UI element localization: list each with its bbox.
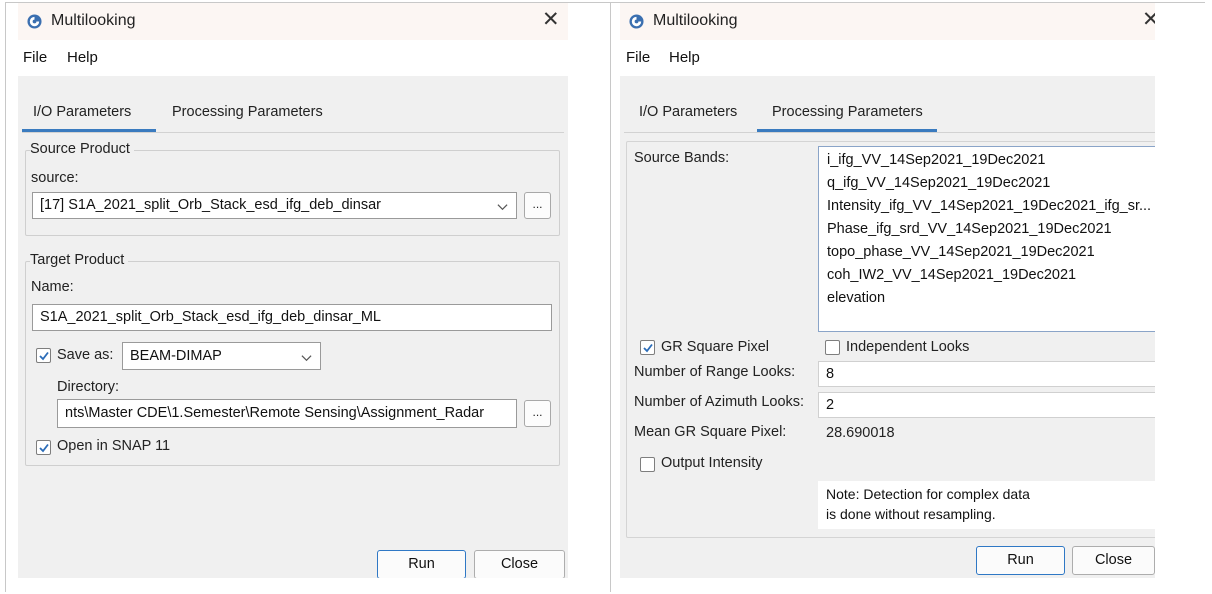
target-product-group: Target Product Name: S1A_2021_split_Orb_…: [25, 252, 560, 466]
tab-divider: [22, 132, 564, 133]
group-title-source-product: Source Product: [30, 141, 134, 157]
tab-processing-parameters[interactable]: Processing Parameters: [772, 104, 923, 120]
menu-bar: File Help: [620, 40, 1155, 76]
azimuth-looks-label: Number of Azimuth Looks:: [634, 394, 805, 410]
list-item[interactable]: Phase_ifg_srd_VV_14Sep2021_19Dec2021: [827, 221, 1112, 237]
directory-label: Directory:: [57, 379, 120, 395]
chevron-down-icon: [301, 355, 312, 362]
directory-browse-button[interactable]: ...: [524, 400, 551, 427]
processing-parameters-panel: Source Bands: i_ifg_VV_14Sep2021_19Dec20…: [626, 141, 1155, 538]
list-item[interactable]: elevation: [827, 290, 885, 306]
menu-file[interactable]: File: [626, 49, 650, 66]
close-button[interactable]: Close: [1072, 546, 1155, 575]
tab-io-parameters[interactable]: I/O Parameters: [639, 104, 737, 120]
open-in-snap-checkbox[interactable]: [36, 440, 51, 455]
menu-help[interactable]: Help: [669, 49, 700, 66]
gr-square-pixel-checkbox[interactable]: [640, 340, 655, 355]
window-title: Multilooking: [51, 12, 136, 29]
range-looks-label: Number of Range Looks:: [634, 364, 796, 380]
output-intensity-label: Output Intensity: [661, 455, 763, 471]
independent-looks-checkbox[interactable]: [825, 340, 840, 355]
open-in-snap-label: Open in SNAP 11: [57, 438, 171, 454]
checkmark-icon: [39, 443, 49, 453]
source-product-dropdown[interactable]: [17] S1A_2021_split_Orb_Stack_esd_ifg_de…: [32, 192, 517, 219]
gr-square-pixel-label: GR Square Pixel: [661, 339, 769, 355]
source-label: source:: [31, 170, 79, 186]
list-item[interactable]: coh_IW2_VV_14Sep2021_19Dec2021: [827, 267, 1076, 283]
output-intensity-checkbox[interactable]: [640, 457, 655, 472]
source-product-group: Source Product source: [17] S1A_2021_spl…: [25, 141, 560, 236]
independent-looks-label: Independent Looks: [846, 339, 970, 355]
source-browse-button[interactable]: ...: [524, 192, 551, 219]
frame-divider-line: [610, 2, 611, 592]
note-line: is done without resampling.: [826, 506, 996, 522]
title-bar: Multilooking ✕: [18, 3, 568, 40]
title-bar: Multilooking ✕: [620, 3, 1155, 40]
run-button[interactable]: Run: [976, 546, 1065, 575]
run-button[interactable]: Run: [377, 550, 466, 578]
source-product-value: [17] S1A_2021_split_Orb_Stack_esd_ifg_de…: [40, 197, 381, 213]
list-item[interactable]: Intensity_ifg_VV_14Sep2021_19Dec2021_ifg…: [827, 198, 1151, 214]
tab-processing-parameters[interactable]: Processing Parameters: [172, 104, 323, 120]
mean-gr-label: Mean GR Square Pixel:: [634, 424, 787, 440]
checkmark-icon: [39, 351, 49, 361]
app-icon: [629, 14, 644, 29]
frame-left-line: [5, 2, 6, 592]
group-title-target-product: Target Product: [30, 252, 129, 268]
mean-gr-value: 28.690018: [826, 425, 895, 441]
save-format-dropdown[interactable]: BEAM-DIMAP: [122, 342, 321, 370]
multilooking-window-processing: Multilooking ✕ File Help I/O Parameters …: [620, 3, 1155, 578]
menu-bar: File Help: [18, 40, 568, 76]
source-bands-list[interactable]: i_ifg_VV_14Sep2021_19Dec2021 q_ifg_VV_14…: [818, 146, 1155, 332]
directory-input[interactable]: nts\Master CDE\1.Semester\Remote Sensing…: [57, 399, 517, 428]
close-icon[interactable]: ✕: [542, 9, 560, 31]
note-box: Note: Detection for complex data is done…: [818, 481, 1155, 529]
name-label: Name:: [31, 279, 74, 295]
list-item[interactable]: i_ifg_VV_14Sep2021_19Dec2021: [827, 152, 1046, 168]
azimuth-looks-input[interactable]: 2: [818, 392, 1155, 418]
list-item[interactable]: topo_phase_VV_14Sep2021_19Dec2021: [827, 244, 1095, 260]
save-as-checkbox[interactable]: [36, 348, 51, 363]
tab-io-parameters[interactable]: I/O Parameters: [33, 104, 131, 120]
range-looks-input[interactable]: 8: [818, 361, 1155, 387]
save-format-value: BEAM-DIMAP: [130, 348, 222, 364]
tab-divider: [624, 132, 1155, 133]
app-icon: [27, 14, 42, 29]
note-line: Note: Detection for complex data: [826, 486, 1030, 502]
close-button[interactable]: Close: [474, 550, 565, 578]
close-icon[interactable]: ✕: [1142, 9, 1155, 31]
chevron-down-icon: [497, 204, 508, 211]
target-name-input[interactable]: S1A_2021_split_Orb_Stack_esd_ifg_deb_din…: [32, 304, 552, 331]
window-title: Multilooking: [653, 12, 738, 29]
save-as-label: Save as:: [57, 347, 114, 363]
menu-file[interactable]: File: [23, 49, 47, 66]
source-bands-label: Source Bands:: [634, 150, 730, 166]
menu-help[interactable]: Help: [67, 49, 98, 66]
list-item[interactable]: q_ifg_VV_14Sep2021_19Dec2021: [827, 175, 1050, 191]
multilooking-window-io: Multilooking ✕ File Help I/O Parameters …: [18, 3, 568, 578]
checkmark-icon: [643, 343, 653, 353]
